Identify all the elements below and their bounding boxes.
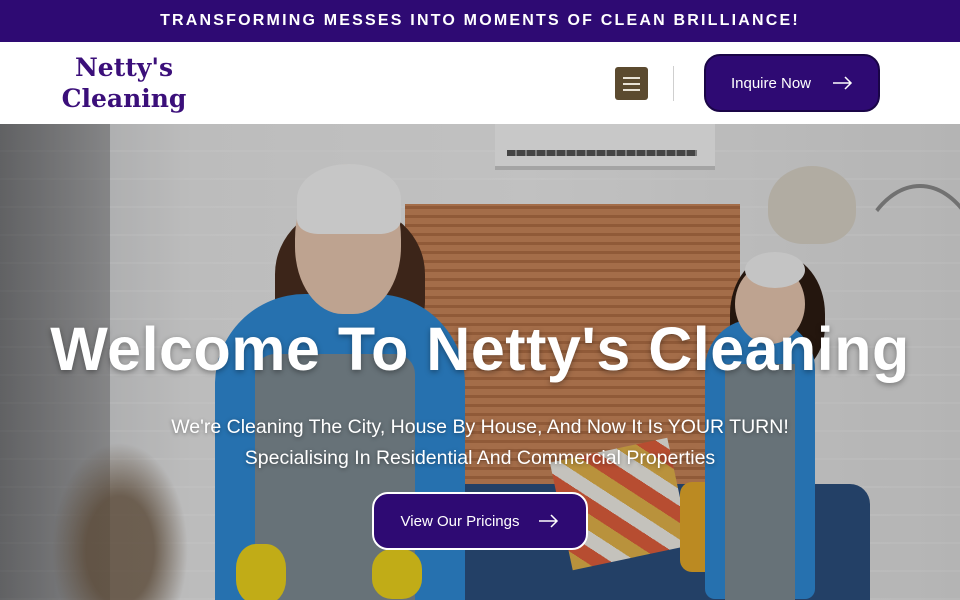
arrow-right-icon (539, 514, 559, 528)
announcement-text: TRANSFORMING MESSES INTO MOMENTS OF CLEA… (160, 12, 800, 29)
inquire-now-label: Inquire Now (730, 74, 812, 92)
inquire-now-button[interactable]: Inquire Now (704, 54, 880, 112)
hero-subtitle: We're Cleaning The City, House By House,… (0, 412, 960, 474)
logo-line-2: Cleaning (61, 84, 187, 113)
hero-subtitle-line-2: Specialising In Residential And Commerci… (244, 447, 716, 469)
site-logo[interactable]: Netty's Cleaning (54, 52, 194, 114)
logo-line-1: Netty's (74, 53, 174, 82)
site-header: Netty's Cleaning Inquire Now (0, 42, 960, 124)
hero-subtitle-line-1: We're Cleaning The City, House By House,… (171, 416, 789, 438)
view-pricings-button[interactable]: View Our Pricings (372, 492, 588, 550)
hero-section: Welcome To Netty's Cleaning We're Cleani… (0, 124, 960, 600)
header-divider (673, 66, 674, 101)
hamburger-menu-icon[interactable] (615, 67, 648, 100)
arrow-right-icon (833, 76, 853, 90)
hero-title: Welcome To Netty's Cleaning (50, 315, 910, 383)
view-pricings-label: View Our Pricings (400, 512, 520, 530)
announcement-bar: TRANSFORMING MESSES INTO MOMENTS OF CLEA… (0, 0, 960, 42)
